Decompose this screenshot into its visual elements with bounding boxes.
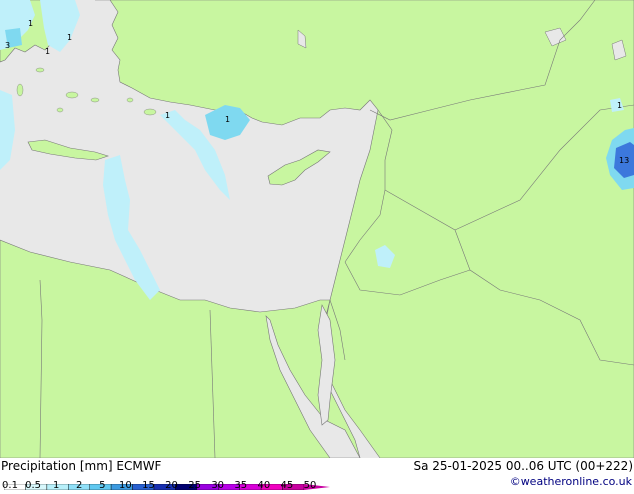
label-e: 1 <box>45 47 50 56</box>
label-13: 13 <box>619 156 629 165</box>
label-g: 1 <box>617 101 622 110</box>
credit-link[interactable]: ©weatheronline.co.uk <box>510 475 632 488</box>
label-d: 3 <box>5 41 10 50</box>
valid-time: Sa 25-01-2025 00..06 UTC (00+222) <box>413 459 633 473</box>
precipitation-map: 13 1 1 1 3 1 1 1 <box>0 0 634 459</box>
label-b: 1 <box>165 111 170 120</box>
map-title: Precipitation [mm] ECMWF <box>1 459 162 473</box>
map-footer: Precipitation [mm] ECMWF Sa 25-01-2025 0… <box>0 458 634 491</box>
label-f: 1 <box>67 33 72 42</box>
label-a: 1 <box>225 115 230 124</box>
label-c: 1 <box>28 19 33 28</box>
